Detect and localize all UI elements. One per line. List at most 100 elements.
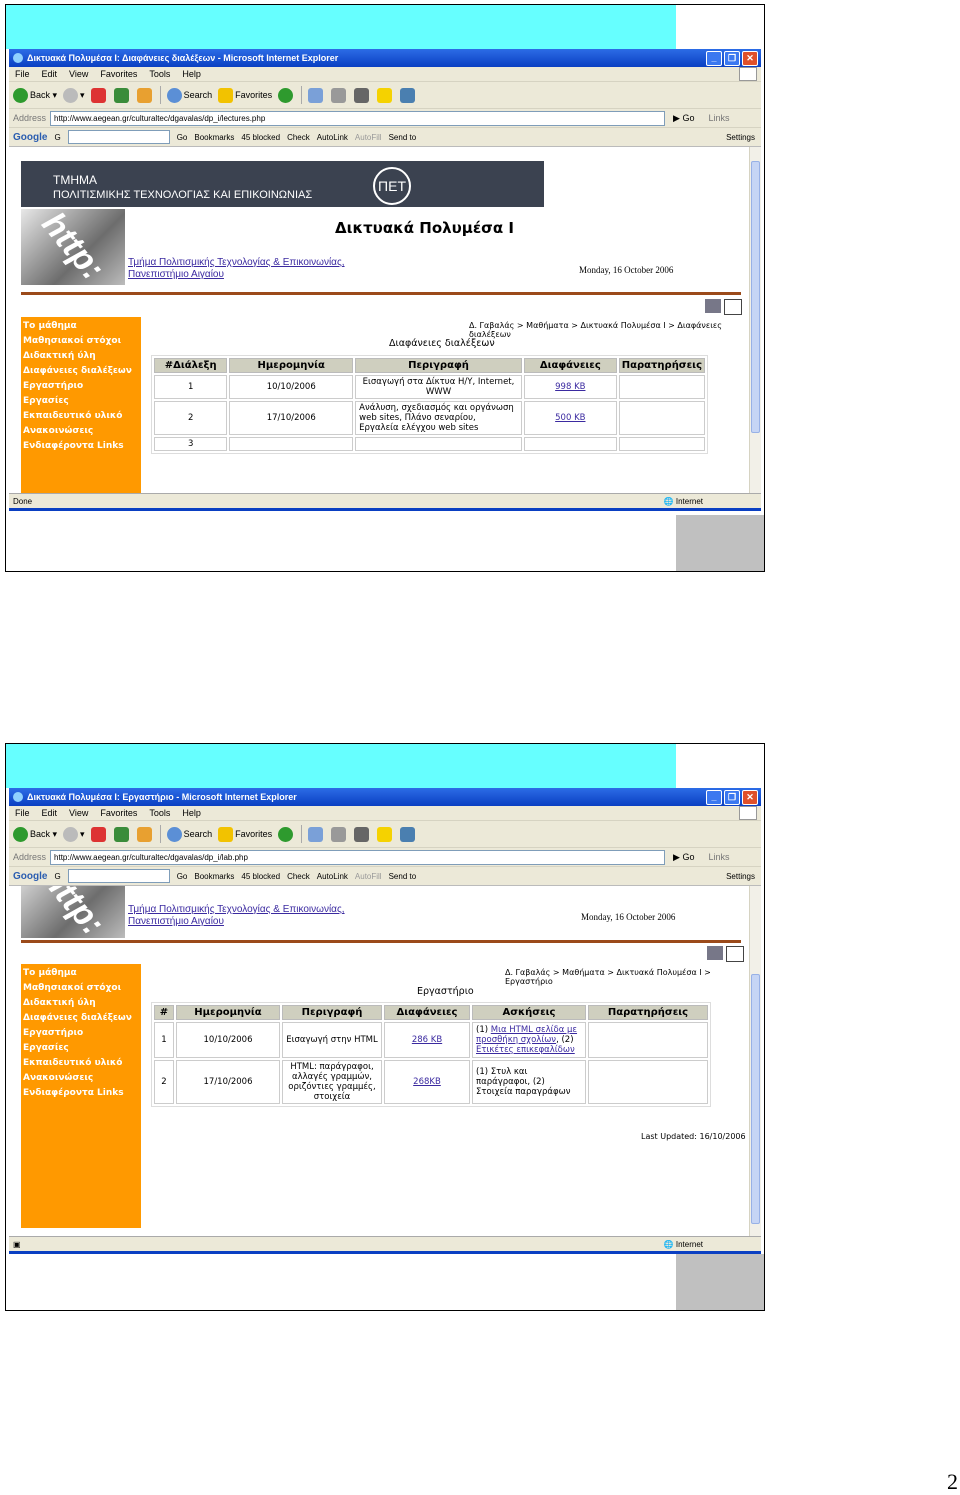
- edit-icon[interactable]: [354, 826, 370, 842]
- close-button[interactable]: ✕: [742, 51, 758, 66]
- menu-view[interactable]: View: [69, 808, 88, 818]
- search-button[interactable]: Search: [166, 826, 212, 842]
- popup-blocked-button[interactable]: 45 blocked: [241, 872, 280, 881]
- vertical-scrollbar[interactable]: [749, 147, 761, 493]
- sendto-button[interactable]: Send to: [389, 133, 417, 142]
- google-search-input[interactable]: [67, 869, 170, 883]
- settings-button[interactable]: Settings: [726, 872, 755, 881]
- menu-help[interactable]: Help: [182, 69, 201, 79]
- stop-icon[interactable]: [90, 87, 106, 103]
- search-button[interactable]: Search: [166, 87, 212, 103]
- folder-icon[interactable]: [377, 826, 393, 842]
- autofill-button[interactable]: AutoFill: [355, 133, 382, 142]
- go-button[interactable]: ▶ Go: [673, 113, 694, 124]
- menu-help[interactable]: Help: [182, 808, 201, 818]
- sendto-button[interactable]: Send to: [389, 872, 417, 881]
- forward-button[interactable]: ▾: [63, 826, 85, 842]
- exercise-link-2[interactable]: Ετικέτες επικεφαλίδων: [476, 1045, 575, 1055]
- google-search-input[interactable]: [67, 130, 170, 144]
- links-button[interactable]: Links: [708, 852, 729, 862]
- sidebar-item-resources[interactable]: Εκπαιδευτικό υλικό: [21, 1056, 141, 1071]
- spellcheck-button[interactable]: Check: [287, 872, 310, 881]
- sidebar-item-course[interactable]: Το μάθημα: [21, 966, 141, 981]
- print-icon[interactable]: [331, 87, 347, 103]
- spellcheck-button[interactable]: Check: [287, 133, 310, 142]
- email-icon[interactable]: [724, 299, 742, 315]
- favorites-button[interactable]: Favorites: [218, 826, 272, 842]
- menu-tools[interactable]: Tools: [149, 69, 170, 79]
- slides-download-link[interactable]: 286 KB: [412, 1035, 442, 1045]
- history-icon[interactable]: [278, 826, 294, 842]
- sidebar-item-lectures[interactable]: Διαφάνειες διαλέξεων: [21, 364, 141, 379]
- forward-button[interactable]: ▾: [63, 87, 85, 103]
- sidebar-item-links[interactable]: Ενδιαφέροντα Links: [21, 1086, 141, 1101]
- department-link[interactable]: Τμήμα Πολιτισμικής Τεχνολογίας & Επικοιν…: [128, 257, 345, 281]
- back-button[interactable]: Back ▾: [13, 87, 57, 103]
- sidebar-item-lab[interactable]: Εργαστήριο: [21, 1026, 141, 1041]
- slides-download-link[interactable]: 268KB: [413, 1077, 441, 1087]
- menu-file[interactable]: File: [15, 808, 30, 818]
- settings-button[interactable]: Settings: [726, 133, 755, 142]
- print-page-icon[interactable]: [705, 299, 721, 313]
- restore-button[interactable]: ❐: [724, 51, 740, 66]
- print-icon[interactable]: [331, 826, 347, 842]
- menu-favorites[interactable]: Favorites: [100, 69, 137, 79]
- minimize-button[interactable]: _: [706, 51, 722, 66]
- autolink-button[interactable]: AutoLink: [317, 872, 348, 881]
- print-page-icon[interactable]: [707, 946, 723, 960]
- sidebar-item-lectures[interactable]: Διαφάνειες διαλέξεων: [21, 1011, 141, 1026]
- menu-file[interactable]: File: [15, 69, 30, 79]
- history-icon[interactable]: [278, 87, 294, 103]
- home-icon[interactable]: [136, 826, 152, 842]
- menu-edit[interactable]: Edit: [42, 808, 58, 818]
- menu-edit[interactable]: Edit: [42, 69, 58, 79]
- menu-view[interactable]: View: [69, 69, 88, 79]
- google-go-button[interactable]: Go: [177, 133, 188, 142]
- scrollbar-thumb[interactable]: [751, 974, 760, 1224]
- sidebar-item-assignments[interactable]: Εργασίες: [21, 1041, 141, 1056]
- sidebar-item-lab[interactable]: Εργαστήριο: [21, 379, 141, 394]
- menu-tools[interactable]: Tools: [149, 808, 170, 818]
- sidebar-item-announcements[interactable]: Ανακοινώσεις: [21, 424, 141, 439]
- scrollbar-thumb[interactable]: [751, 161, 760, 433]
- department-link[interactable]: Τμήμα Πολιτισμικής Τεχνολογίας & Επικοιν…: [128, 904, 345, 928]
- messenger-icon[interactable]: [400, 87, 416, 103]
- sidebar-item-material[interactable]: Διδακτική ύλη: [21, 349, 141, 364]
- bookmarks-button[interactable]: Bookmarks: [194, 872, 234, 881]
- mail-icon[interactable]: [308, 826, 324, 842]
- google-menu[interactable]: G: [54, 133, 60, 142]
- sidebar-item-material[interactable]: Διδακτική ύλη: [21, 996, 141, 1011]
- slides-download-link[interactable]: 500 KB: [555, 413, 585, 423]
- minimize-button[interactable]: _: [706, 790, 722, 805]
- messenger-icon[interactable]: [400, 826, 416, 842]
- address-input[interactable]: http://www.aegean.gr/culturaltec/dgavala…: [50, 110, 666, 126]
- slides-download-link[interactable]: 998 KB: [555, 382, 585, 392]
- bookmarks-button[interactable]: Bookmarks: [194, 133, 234, 142]
- home-icon[interactable]: [136, 87, 152, 103]
- refresh-icon[interactable]: [113, 826, 129, 842]
- sidebar-item-course[interactable]: Το μάθημα: [21, 319, 141, 334]
- email-icon[interactable]: [726, 946, 744, 962]
- favorites-button[interactable]: Favorites: [218, 87, 272, 103]
- popup-blocked-button[interactable]: 45 blocked: [241, 133, 280, 142]
- vertical-scrollbar[interactable]: [749, 886, 761, 1236]
- links-button[interactable]: Links: [708, 113, 729, 123]
- sidebar-item-goals[interactable]: Μαθησιακοί στόχοι: [21, 981, 141, 996]
- folder-icon[interactable]: [377, 87, 393, 103]
- address-input[interactable]: http://www.aegean.gr/culturaltec/dgavala…: [50, 849, 666, 865]
- refresh-icon[interactable]: [113, 87, 129, 103]
- close-button[interactable]: ✕: [742, 790, 758, 805]
- back-button[interactable]: Back ▾: [13, 826, 57, 842]
- sidebar-item-assignments[interactable]: Εργασίες: [21, 394, 141, 409]
- edit-icon[interactable]: [354, 87, 370, 103]
- sidebar-item-links[interactable]: Ενδιαφέροντα Links: [21, 439, 141, 454]
- google-menu[interactable]: G: [54, 872, 60, 881]
- autolink-button[interactable]: AutoLink: [317, 133, 348, 142]
- mail-icon[interactable]: [308, 87, 324, 103]
- sidebar-item-goals[interactable]: Μαθησιακοί στόχοι: [21, 334, 141, 349]
- stop-icon[interactable]: [90, 826, 106, 842]
- restore-button[interactable]: ❐: [724, 790, 740, 805]
- sidebar-item-resources[interactable]: Εκπαιδευτικό υλικό: [21, 409, 141, 424]
- menu-favorites[interactable]: Favorites: [100, 808, 137, 818]
- go-button[interactable]: ▶ Go: [673, 852, 694, 863]
